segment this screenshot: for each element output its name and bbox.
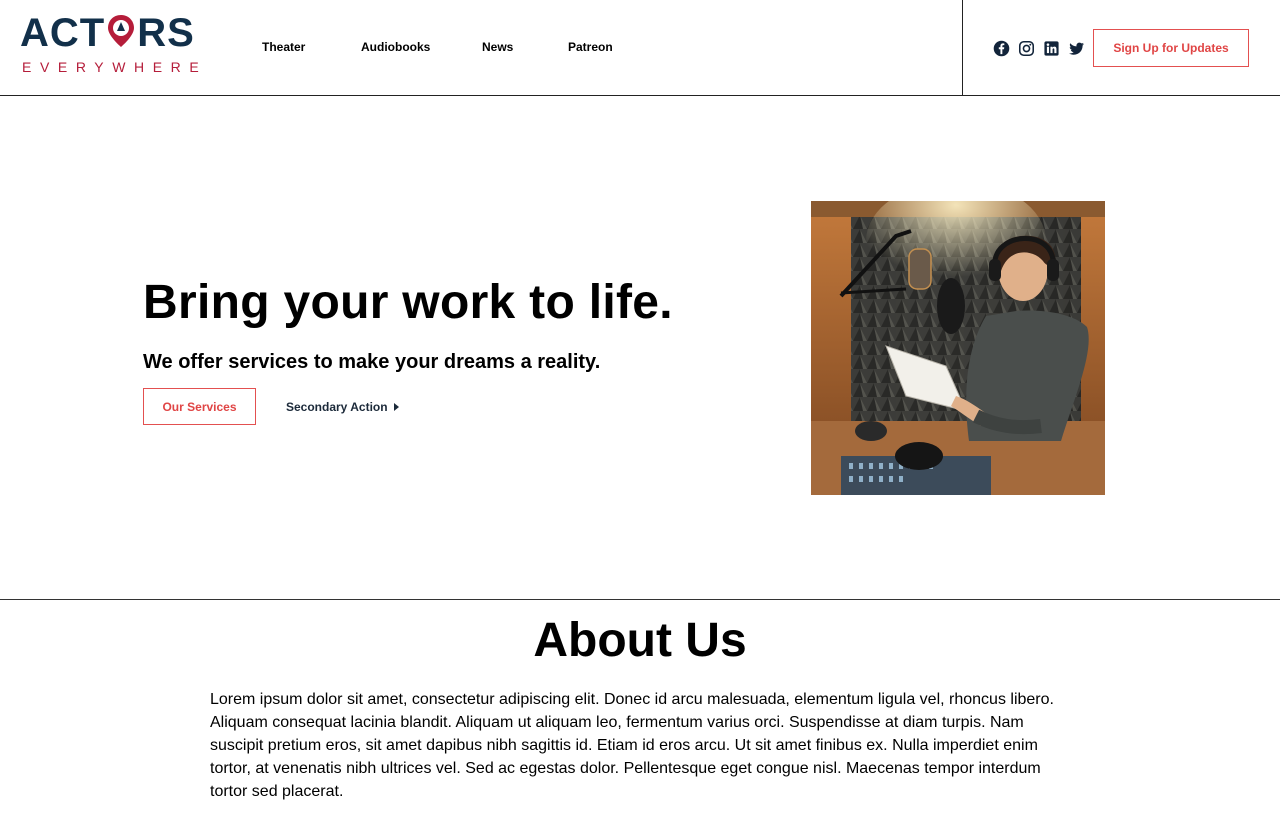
secondary-action-link[interactable]: Secondary Action — [286, 398, 399, 416]
nav-item-audiobooks[interactable]: Audiobooks — [361, 40, 430, 54]
logo-wordmark-left: ACT — [20, 11, 106, 55]
site-header: ACT RS EVERYWHERE Theater Audiobooks News… — [0, 0, 1280, 96]
about-body: Lorem ipsum dolor sit amet, consectetur … — [210, 691, 1054, 800]
location-pin-icon — [106, 14, 136, 48]
nav-item-patreon[interactable]: Patreon — [568, 40, 613, 54]
secondary-action-label: Secondary Action — [286, 400, 388, 414]
hero-subtitle: We offer services to make your dreams a … — [143, 351, 601, 373]
hero-title: Bring your work to life. — [143, 276, 673, 329]
hero-image-recording-studio — [811, 201, 1105, 495]
actors-everywhere-logo[interactable]: ACT RS EVERYWHERE — [20, 13, 210, 77]
facebook-icon[interactable] — [993, 40, 1010, 57]
instagram-icon[interactable] — [1018, 40, 1035, 57]
logo-wordmark: ACT RS — [20, 13, 195, 53]
logo-wordmark-right: RS — [137, 11, 195, 55]
twitter-icon[interactable] — [1068, 40, 1085, 57]
our-services-button[interactable]: Our Services — [143, 388, 256, 425]
nav-item-theater[interactable]: Theater — [262, 40, 305, 54]
header-divider — [962, 0, 963, 96]
caret-right-icon — [393, 403, 399, 411]
sign-up-button[interactable]: Sign Up for Updates — [1093, 29, 1249, 67]
linkedin-icon[interactable] — [1043, 40, 1060, 57]
logo-tagline: EVERYWHERE — [22, 59, 208, 75]
nav-item-news[interactable]: News — [482, 40, 513, 54]
section-divider — [0, 599, 1280, 600]
about-title: About Us — [533, 614, 747, 667]
social-links — [993, 40, 1085, 57]
